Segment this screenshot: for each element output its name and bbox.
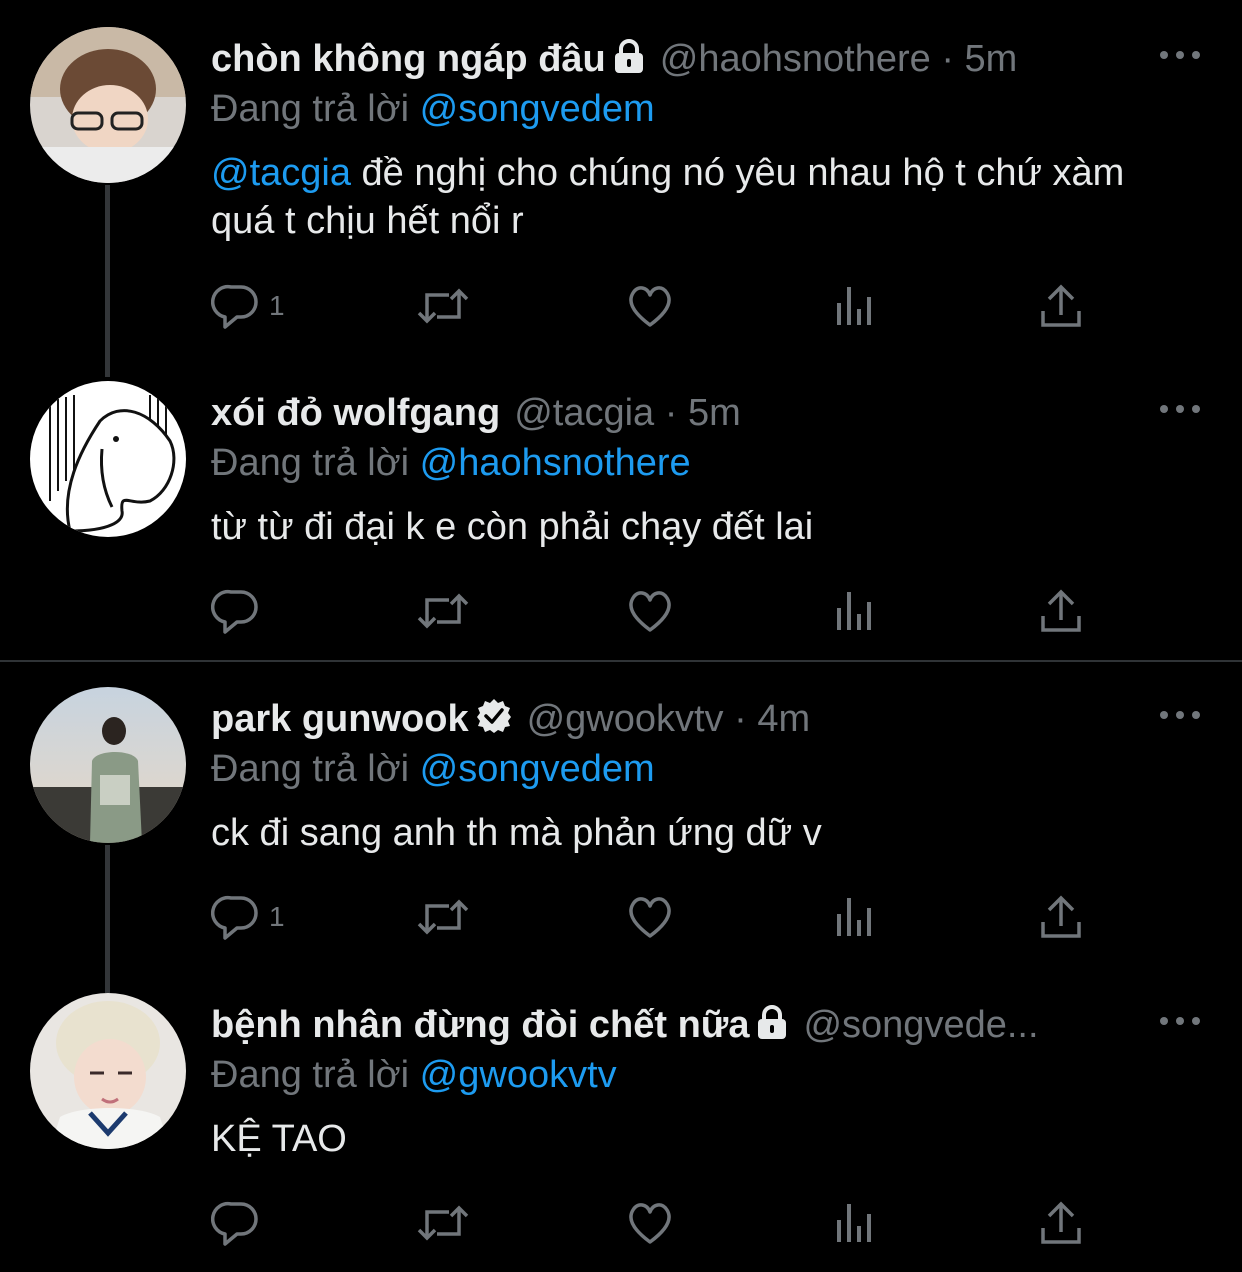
lock-icon	[755, 1005, 789, 1049]
views-button[interactable]	[833, 887, 877, 947]
reply-count: 1	[269, 901, 285, 932]
share-button[interactable]	[1037, 581, 1085, 641]
tweet-header: chòn không ngáp đâu @haohsnothere · 5m	[211, 35, 1102, 83]
share-icon	[1041, 895, 1081, 938]
heart-icon	[629, 1203, 671, 1244]
replying-label: Đang trả lời	[211, 1054, 410, 1096]
display-name[interactable]: park gunwook	[211, 698, 469, 740]
thread-line	[105, 185, 110, 377]
reply-icon	[211, 1201, 258, 1246]
heart-icon	[629, 591, 671, 632]
action-bar: 1	[211, 276, 1111, 336]
avatar[interactable]	[30, 381, 186, 537]
replying-to: Đang trả lời @gwookvtv	[211, 1051, 617, 1099]
views-icon	[837, 287, 871, 325]
share-icon	[1041, 1201, 1081, 1244]
views-button[interactable]	[833, 1193, 877, 1253]
replying-to-mention[interactable]: @haohsnothere	[420, 442, 691, 484]
display-name[interactable]: chòn không ngáp đâu	[211, 38, 606, 80]
handle[interactable]: @tacgia	[514, 392, 654, 434]
timestamp[interactable]: 4m	[757, 698, 810, 740]
reply-icon	[211, 589, 258, 634]
replying-label: Đang trả lời	[211, 88, 410, 130]
views-icon	[837, 1204, 871, 1242]
views-button[interactable]	[833, 581, 877, 641]
more-icon[interactable]	[1156, 389, 1204, 429]
handle[interactable]: @songvede...	[803, 1004, 1038, 1046]
replying-label: Đang trả lời	[211, 748, 410, 790]
avatar-photo-icon	[30, 993, 186, 1149]
reply-icon	[211, 895, 258, 940]
like-button[interactable]	[625, 581, 675, 641]
replying-to: Đang trả lời @songvedem	[211, 85, 655, 133]
timestamp[interactable]: 5m	[965, 38, 1018, 80]
like-button[interactable]	[625, 887, 675, 947]
like-button[interactable]	[625, 1193, 675, 1253]
timestamp[interactable]: 5m	[688, 392, 741, 434]
action-bar	[211, 1193, 1111, 1253]
separator: ·	[941, 38, 954, 80]
views-button[interactable]	[833, 276, 877, 336]
heart-icon	[629, 897, 671, 938]
handle[interactable]: @haohsnothere	[660, 38, 931, 80]
tweet-text: KỆ TAO	[211, 1118, 347, 1160]
avatar[interactable]	[30, 687, 186, 843]
handle[interactable]: @gwookvtv	[527, 698, 724, 740]
replying-to: Đang trả lời @songvedem	[211, 745, 655, 793]
tweet-text: từ từ đi đại k e còn phải chạy đết lai	[211, 506, 814, 548]
retweet-icon	[417, 899, 469, 935]
separator: ·	[664, 392, 678, 434]
tweet-text: ck đi sang anh th mà phản ứng dữ v	[211, 812, 822, 854]
avatar[interactable]	[30, 27, 186, 183]
avatar-photo-icon	[30, 687, 186, 843]
replying-to-mention[interactable]: @gwookvtv	[420, 1054, 617, 1096]
share-icon	[1041, 284, 1081, 327]
tweet-text: @tacgia đề nghị cho chúng nó yêu nhau hộ…	[211, 149, 1191, 245]
share-button[interactable]	[1037, 276, 1085, 336]
more-icon[interactable]	[1156, 695, 1204, 735]
reply-count: 1	[269, 290, 285, 321]
display-name[interactable]: xói đỏ wolfgang	[211, 392, 500, 434]
tweet-header: bệnh nhân đừng đòi chết nữa @songvede...	[211, 1001, 1102, 1049]
retweet-button[interactable]	[413, 276, 473, 336]
retweet-button[interactable]	[413, 1193, 473, 1253]
verified-icon	[475, 697, 513, 743]
views-icon	[837, 898, 871, 936]
like-button[interactable]	[625, 276, 675, 336]
reply-button[interactable]	[211, 1193, 269, 1253]
reply-button[interactable]: 1	[211, 887, 285, 947]
thread-divider	[0, 660, 1242, 662]
share-button[interactable]	[1037, 1193, 1085, 1253]
retweet-button[interactable]	[413, 887, 473, 947]
share-icon	[1041, 589, 1081, 632]
display-name[interactable]: bệnh nhân đừng đòi chết nữa	[211, 1004, 749, 1046]
thread-line	[105, 845, 110, 993]
retweet-icon	[417, 593, 469, 629]
tweet-header: xói đỏ wolfgang @tacgia · 5m	[211, 389, 1102, 437]
reply-button[interactable]: 1	[211, 276, 285, 336]
separator: ·	[734, 698, 747, 740]
action-bar	[211, 581, 1111, 641]
reply-button[interactable]	[211, 581, 269, 641]
avatar[interactable]	[30, 993, 186, 1149]
lock-icon	[612, 39, 646, 83]
heart-icon	[629, 286, 671, 327]
action-bar: 1	[211, 887, 1111, 947]
retweet-icon	[417, 288, 469, 324]
retweet-icon	[417, 1205, 469, 1241]
replying-label: Đang trả lời	[211, 442, 410, 484]
more-icon[interactable]	[1156, 35, 1204, 75]
views-icon	[837, 592, 871, 630]
replying-to: Đang trả lời @haohsnothere	[211, 439, 691, 487]
avatar-drawing-icon	[30, 381, 186, 537]
retweet-button[interactable]	[413, 581, 473, 641]
avatar-photo-icon	[30, 27, 186, 183]
share-button[interactable]	[1037, 887, 1085, 947]
text-mention[interactable]: @tacgia	[211, 152, 351, 194]
more-icon[interactable]	[1156, 1001, 1204, 1041]
tweet-header: park gunwook @gwookvtv · 4m	[211, 695, 1102, 743]
replying-to-mention[interactable]: @songvedem	[420, 748, 655, 790]
reply-icon	[211, 284, 258, 329]
replying-to-mention[interactable]: @songvedem	[420, 88, 655, 130]
